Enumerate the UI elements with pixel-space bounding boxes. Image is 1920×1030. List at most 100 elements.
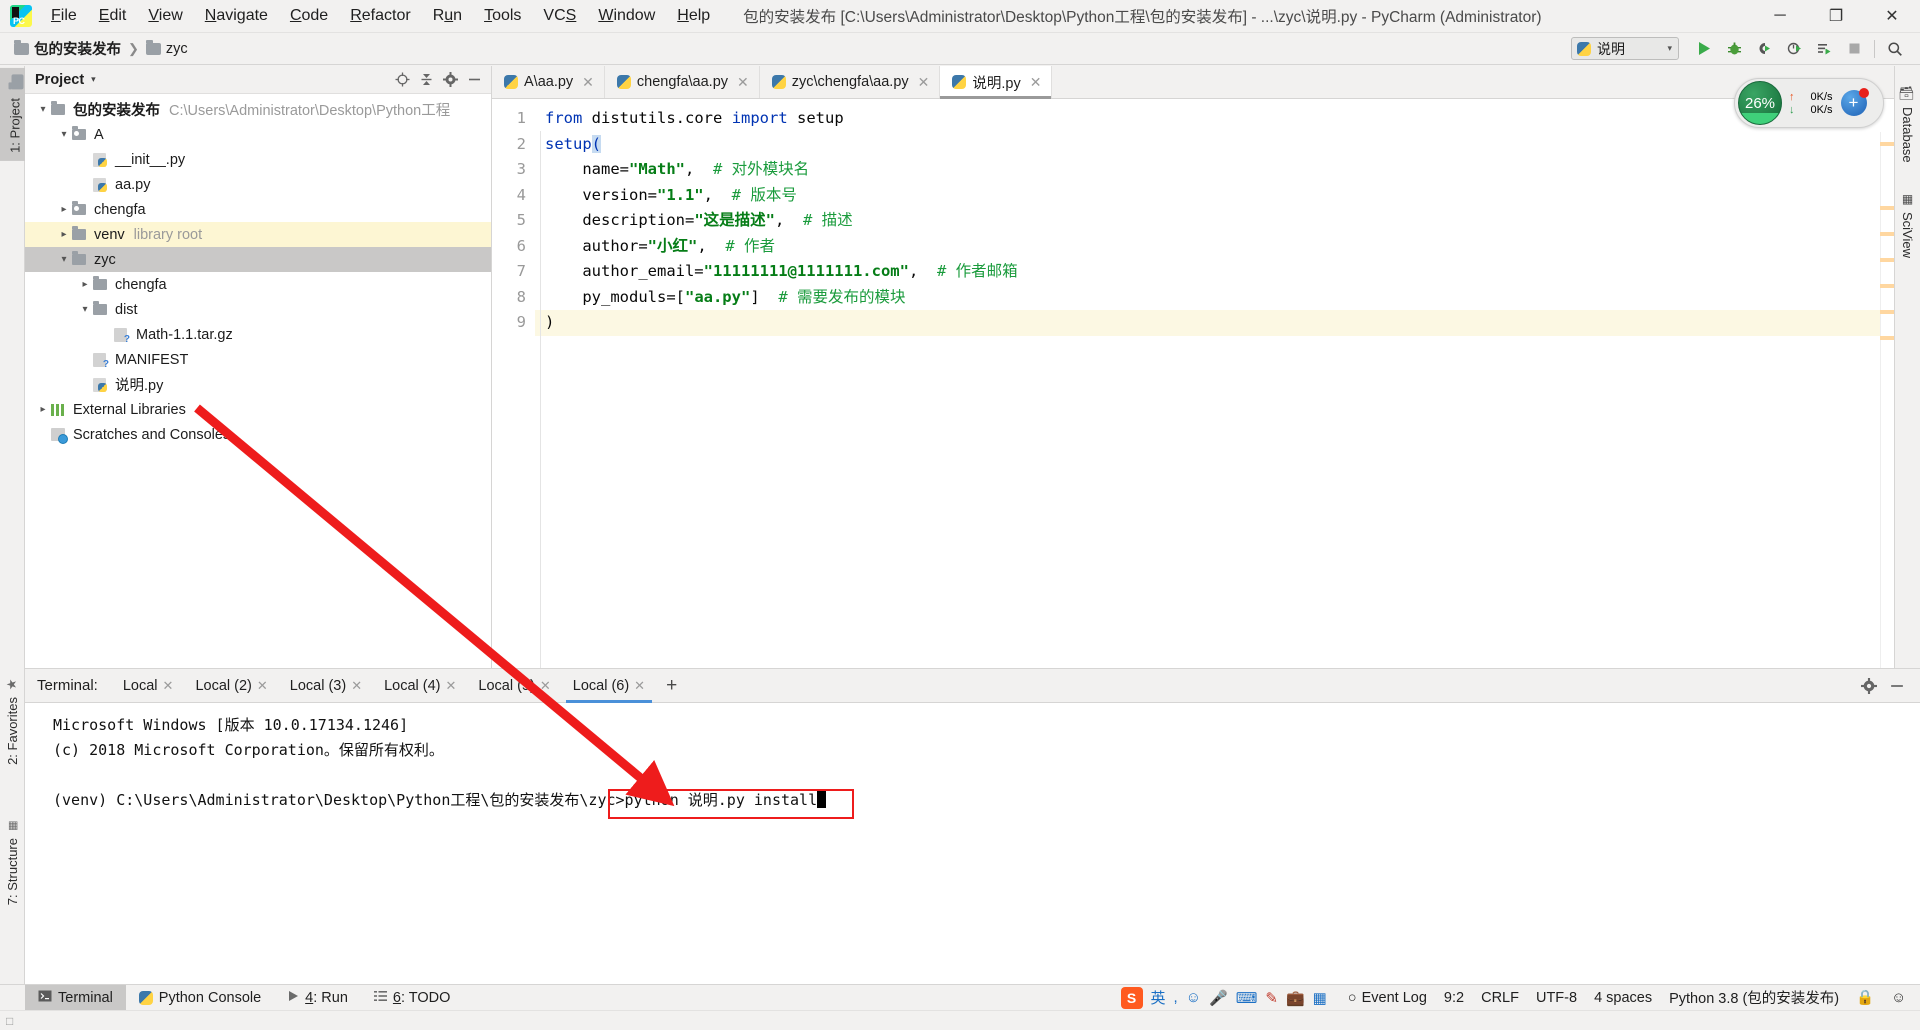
tree-node[interactable]: 包的安装发布 C:\Users\Administrator\Desktop\Pyt… xyxy=(25,97,491,122)
ime-toolbox-icon[interactable]: 💼 xyxy=(1286,989,1305,1007)
code-content[interactable]: from distutils.core import setup setup( n… xyxy=(535,99,1894,668)
editor-tab[interactable]: chengfa\aa.py ✕ xyxy=(605,66,760,98)
gear-icon[interactable] xyxy=(439,69,461,91)
ime-palette-icon[interactable]: ✎ xyxy=(1265,989,1278,1007)
menu-run[interactable]: Run xyxy=(422,3,473,29)
code-editor[interactable]: 1 2 3 4 5 6 7 8 9 from distutils.core import set… xyxy=(492,99,1894,668)
sidebar-item-structure[interactable]: 7: Structure ▦ xyxy=(0,811,25,913)
breadcrumb-root[interactable]: 包的安装发布 xyxy=(14,38,121,59)
menu-view[interactable]: View xyxy=(137,3,193,29)
code-line[interactable]: from distutils.core import setup xyxy=(545,106,1894,132)
add-button-icon[interactable]: + xyxy=(1840,88,1869,116)
code-line[interactable]: setup( xyxy=(545,132,1894,158)
tree-node[interactable]: venv library root xyxy=(25,222,491,247)
gear-icon[interactable] xyxy=(1858,675,1880,697)
maximize-button[interactable]: ❐ xyxy=(1808,0,1864,33)
search-everywhere-icon[interactable] xyxy=(1880,36,1910,62)
tree-toggle-open-icon[interactable] xyxy=(56,254,72,265)
sidebar-item-database[interactable]: 🗃 Database xyxy=(1895,76,1920,170)
tree-node[interactable]: __init__.py xyxy=(25,147,491,172)
code-line[interactable]: description="这是描述", # 描述 xyxy=(545,208,1894,234)
bottom-tab-terminal[interactable]: Terminal xyxy=(25,984,126,1011)
minimize-button[interactable]: ─ xyxy=(1752,0,1808,33)
tree-node[interactable]: Scratches and Consoles xyxy=(25,422,491,447)
debug-button[interactable] xyxy=(1719,36,1749,62)
tree-node[interactable]: 说明.py xyxy=(25,372,491,397)
sogou-logo-icon[interactable]: S xyxy=(1120,986,1143,1009)
close-terminal-tab-icon[interactable]: ✕ xyxy=(351,678,362,694)
line-separator[interactable]: CRLF xyxy=(1481,990,1519,1006)
editor-tab[interactable]: A\aa.py ✕ xyxy=(492,66,605,98)
hide-panel-icon[interactable] xyxy=(463,69,485,91)
ime-panel[interactable]: S 英 , ☺ 🎤 ⌨ ✎ 💼 ▦ xyxy=(1120,986,1327,1009)
terminal-tab[interactable]: Local (3) ✕ xyxy=(279,669,373,703)
terminal-tab[interactable]: Local ✕ xyxy=(112,669,185,703)
locate-icon[interactable] xyxy=(391,69,413,91)
indent-setting[interactable]: 4 spaces xyxy=(1594,990,1652,1006)
tree-toggle-closed-icon[interactable] xyxy=(56,204,72,215)
code-line[interactable]: author_email="11111111@1111111.com", # 作… xyxy=(545,259,1894,285)
tree-toggle-open-icon[interactable] xyxy=(35,104,51,115)
terminal-command[interactable]: python 说明.py install xyxy=(625,791,818,809)
code-line[interactable]: name="Math", # 对外模块名 xyxy=(545,157,1894,183)
close-tab-icon[interactable]: ✕ xyxy=(737,74,749,91)
tree-node[interactable]: A xyxy=(25,122,491,147)
terminal-tab[interactable]: Local (5) ✕ xyxy=(467,669,561,703)
close-terminal-tab-icon[interactable]: ✕ xyxy=(163,678,174,694)
tree-node[interactable]: aa.py xyxy=(25,172,491,197)
close-tab-icon[interactable]: ✕ xyxy=(582,74,594,91)
sidebar-item-sciview[interactable]: ▦ SciView xyxy=(1895,184,1920,266)
tree-toggle-open-icon[interactable] xyxy=(56,129,72,140)
run-configuration-selector[interactable]: 说明 ▾ xyxy=(1571,37,1679,60)
editor-scrollbar[interactable] xyxy=(1880,132,1894,668)
caret-position[interactable]: 9:2 xyxy=(1444,990,1464,1006)
terminal-output[interactable]: Microsoft Windows [版本 10.0.17134.1246] (… xyxy=(25,703,1920,988)
collapse-all-icon[interactable] xyxy=(415,69,437,91)
menu-refactor[interactable]: Refactor xyxy=(339,3,421,29)
tree-node[interactable]: Math-1.1.tar.gz xyxy=(25,322,491,347)
bottom-tab-python-console[interactable]: Python Console xyxy=(126,985,274,1011)
close-tab-icon[interactable]: ✕ xyxy=(1030,74,1042,91)
tree-node[interactable]: MANIFEST xyxy=(25,347,491,372)
ime-punctuation-icon[interactable]: , xyxy=(1174,989,1178,1006)
code-line[interactable]: py_moduls=["aa.py"] # 需要发布的模块 xyxy=(545,285,1894,311)
close-terminal-tab-icon[interactable]: ✕ xyxy=(446,678,457,694)
tree-toggle-closed-icon[interactable] xyxy=(56,229,72,240)
code-line[interactable]: version="1.1", # 版本号 xyxy=(545,183,1894,209)
chevron-down-icon[interactable]: ▾ xyxy=(91,74,96,85)
file-encoding[interactable]: UTF-8 xyxy=(1536,990,1577,1006)
close-terminal-tab-icon[interactable]: ✕ xyxy=(540,678,551,694)
ime-keyboard-icon[interactable]: ⌨ xyxy=(1236,989,1258,1007)
coverage-button[interactable] xyxy=(1749,36,1779,62)
terminal-tab[interactable]: Local (6) ✕ xyxy=(562,669,656,703)
menu-navigate[interactable]: Navigate xyxy=(194,3,279,29)
menu-file[interactable]: FFileile xyxy=(40,3,88,29)
bottom-tab-todo[interactable]: 6: TODO xyxy=(361,985,464,1011)
menu-vcs[interactable]: VCS xyxy=(532,3,587,29)
menu-tools[interactable]: Tools xyxy=(473,3,532,29)
hide-panel-icon[interactable] xyxy=(1886,675,1908,697)
memory-network-widget[interactable]: 26% ↑ 0K/s ↓ 0K/s + xyxy=(1734,78,1884,128)
tree-toggle-closed-icon[interactable] xyxy=(35,404,51,415)
sidebar-item-favorites[interactable]: 2: Favorites ★ xyxy=(0,668,25,773)
project-tree[interactable]: 包的安装发布 C:\Users\Administrator\Desktop\Pyt… xyxy=(25,94,491,668)
close-terminal-tab-icon[interactable]: ✕ xyxy=(257,678,268,694)
code-line[interactable]: ) xyxy=(535,310,1894,336)
close-terminal-tab-icon[interactable]: ✕ xyxy=(634,678,645,694)
stop-button[interactable] xyxy=(1839,36,1869,62)
inspection-icon[interactable]: ☺ xyxy=(1891,990,1906,1006)
ime-grid-icon[interactable]: ▦ xyxy=(1313,989,1327,1007)
breadcrumb-child[interactable]: zyc xyxy=(145,39,188,57)
menu-help[interactable]: Help xyxy=(666,3,721,29)
tree-toggle-open-icon[interactable] xyxy=(77,304,93,315)
resize-handle-icon[interactable]: □ xyxy=(6,1014,13,1028)
close-button[interactable]: ✕ xyxy=(1864,0,1920,33)
ime-language-label[interactable]: 英 xyxy=(1151,987,1166,1008)
editor-tab[interactable]: zyc\chengfa\aa.py ✕ xyxy=(760,66,941,98)
tree-node[interactable]: chengfa xyxy=(25,272,491,297)
attach-debugger-button[interactable] xyxy=(1809,36,1839,62)
menu-code[interactable]: Code xyxy=(279,3,339,29)
add-terminal-button[interactable]: + xyxy=(656,675,687,697)
event-log-button[interactable]: ○ Event Log xyxy=(1348,990,1427,1006)
close-tab-icon[interactable]: ✕ xyxy=(918,74,930,91)
